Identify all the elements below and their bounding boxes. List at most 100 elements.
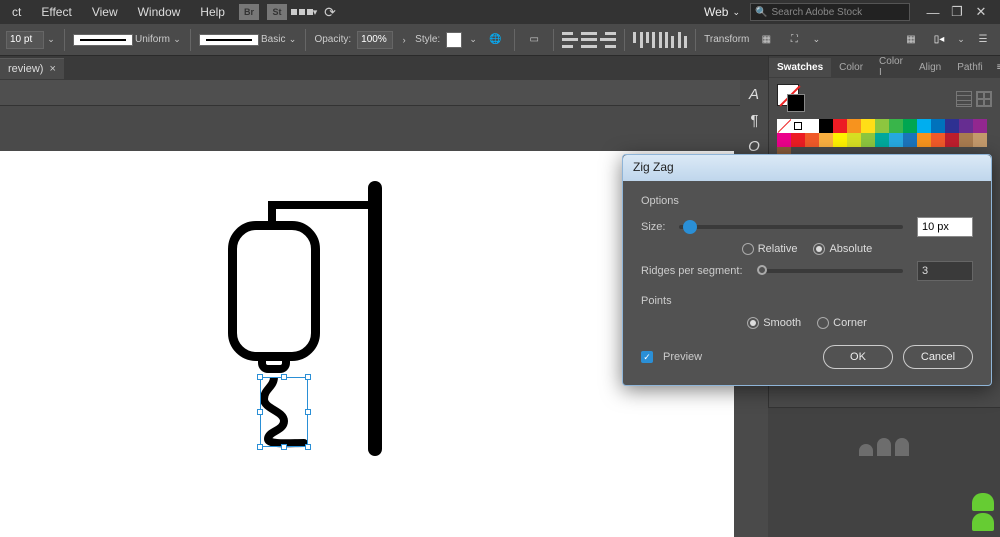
tab-color[interactable]: Color — [831, 58, 871, 77]
relative-radio[interactable]: Relative — [742, 243, 798, 255]
badge-icon[interactable] — [972, 513, 994, 531]
swatch-color[interactable] — [847, 133, 861, 147]
list-view-icon[interactable] — [956, 91, 972, 107]
tab-align[interactable]: Align — [911, 58, 949, 77]
ridges-input[interactable] — [917, 261, 973, 281]
align-horizontal-group[interactable] — [562, 32, 616, 48]
cancel-button[interactable]: Cancel — [903, 345, 973, 369]
swatch-color[interactable] — [791, 133, 805, 147]
swatch-color[interactable] — [931, 119, 945, 133]
swatch-color[interactable] — [833, 133, 847, 147]
slider-thumb-icon[interactable] — [757, 265, 767, 275]
swatch-color[interactable] — [819, 133, 833, 147]
slider-thumb-icon[interactable] — [683, 220, 697, 234]
options-section-label: Options — [641, 195, 973, 207]
doc-setup-icon[interactable]: ▭ — [523, 29, 545, 51]
character-panel-icon[interactable]: A — [745, 86, 763, 104]
ok-button[interactable]: OK — [823, 345, 893, 369]
menu-effect[interactable]: Effect — [33, 2, 79, 22]
menu-window[interactable]: Window — [130, 2, 189, 22]
stroke-weight-field[interactable]: ⌄ — [6, 31, 56, 49]
style-swatch[interactable] — [446, 32, 462, 48]
panel-menu-icon[interactable]: ≡ — [991, 62, 1000, 73]
tab-pathfinder[interactable]: Pathfi — [949, 58, 991, 77]
tab-color-guide[interactable]: Color I — [871, 52, 911, 82]
lower-panel-stub — [768, 407, 1000, 537]
globe-icon[interactable]: 🌐 — [484, 29, 506, 51]
swatch-color[interactable] — [861, 133, 875, 147]
dialog-titlebar[interactable]: Zig Zag — [623, 155, 991, 181]
swatch-color[interactable] — [833, 119, 847, 133]
grid-view-icon[interactable] — [976, 91, 992, 107]
swatch-color[interactable] — [819, 119, 833, 133]
swatch-color[interactable] — [805, 119, 819, 133]
gpu-icon[interactable]: ⟳ — [321, 3, 339, 21]
align-to-icon[interactable]: ▯◂ — [928, 29, 950, 51]
menu-ct[interactable]: ct — [4, 2, 29, 22]
ridges-slider[interactable] — [757, 269, 904, 273]
swatch-color[interactable] — [973, 119, 987, 133]
swatch-color[interactable] — [917, 119, 931, 133]
chevron-down-icon[interactable]: ⌄ — [46, 32, 56, 48]
panel-menu-icon[interactable]: ☰ — [972, 29, 994, 51]
corner-radio[interactable]: Corner — [817, 317, 867, 329]
menu-help[interactable]: Help — [192, 2, 233, 22]
swatch-none[interactable] — [777, 119, 791, 133]
swatch-color[interactable] — [889, 133, 903, 147]
menu-view[interactable]: View — [84, 2, 126, 22]
align-vertical-group[interactable] — [633, 32, 687, 48]
absolute-radio[interactable]: Absolute — [813, 243, 872, 255]
swatch-color[interactable] — [889, 119, 903, 133]
tab-close-icon[interactable]: × — [49, 63, 55, 75]
stroke-weight-input[interactable] — [6, 31, 44, 49]
maximize-button[interactable]: ❐ — [950, 5, 964, 19]
swatch-color[interactable] — [861, 119, 875, 133]
swatch-color[interactable] — [945, 119, 959, 133]
smooth-radio[interactable]: Smooth — [747, 317, 801, 329]
document-tab[interactable]: review) × — [0, 58, 64, 79]
minimize-button[interactable]: — — [926, 5, 940, 19]
swatch-color[interactable] — [959, 133, 973, 147]
brush-select[interactable]: Basic ⌄ — [199, 32, 297, 48]
floating-badges — [972, 493, 994, 531]
shape-mode-icon[interactable]: ▦ — [755, 29, 777, 51]
swatch-color[interactable] — [847, 119, 861, 133]
iv-tube-selected-path[interactable] — [260, 377, 310, 449]
swatch-registration[interactable] — [791, 119, 805, 133]
tab-swatches[interactable]: Swatches — [769, 58, 831, 77]
swatch-color[interactable] — [777, 133, 791, 147]
paragraph-panel-icon[interactable]: ¶ — [745, 112, 763, 130]
swatch-color[interactable] — [931, 133, 945, 147]
isolate-icon[interactable]: ⛶ — [783, 29, 805, 51]
swatch-color[interactable] — [917, 133, 931, 147]
badge-icon[interactable] — [972, 493, 994, 511]
swatch-color[interactable] — [875, 133, 889, 147]
document-profile-select[interactable]: Web⌄ — [698, 5, 746, 19]
swatch-color[interactable] — [903, 133, 917, 147]
transform-link[interactable]: Transform — [704, 34, 749, 45]
bridge-icon[interactable]: Br — [239, 4, 259, 20]
iv-pole-shape — [368, 181, 382, 456]
swatch-color[interactable] — [973, 133, 987, 147]
arrange-icon[interactable]: ▾ — [295, 3, 313, 21]
iv-bag-shape — [228, 221, 320, 361]
swatch-color[interactable] — [805, 133, 819, 147]
stroke-profile-select[interactable]: Uniform ⌄ — [73, 32, 182, 48]
stock-icon[interactable]: St — [267, 4, 287, 20]
search-icon: 🔍 — [755, 7, 767, 18]
close-window-button[interactable]: ✕ — [974, 5, 988, 19]
snap-pixel-icon[interactable]: ▦ — [900, 29, 922, 51]
swatch-color[interactable] — [875, 119, 889, 133]
swatch-color[interactable] — [959, 119, 973, 133]
opacity-arrow-icon[interactable]: › — [399, 32, 409, 48]
swatch-color[interactable] — [903, 119, 917, 133]
opacity-input[interactable] — [357, 31, 393, 49]
preview-checkbox[interactable]: ✓ — [641, 351, 653, 363]
fill-stroke-indicator[interactable] — [777, 84, 807, 114]
preview-label: Preview — [663, 351, 702, 363]
size-input[interactable] — [917, 217, 973, 237]
collapsed-panel-icons: A ¶ O — [740, 80, 768, 156]
stock-search-input[interactable]: 🔍 Search Adobe Stock — [750, 3, 910, 21]
size-slider[interactable] — [679, 225, 903, 229]
swatch-color[interactable] — [945, 133, 959, 147]
